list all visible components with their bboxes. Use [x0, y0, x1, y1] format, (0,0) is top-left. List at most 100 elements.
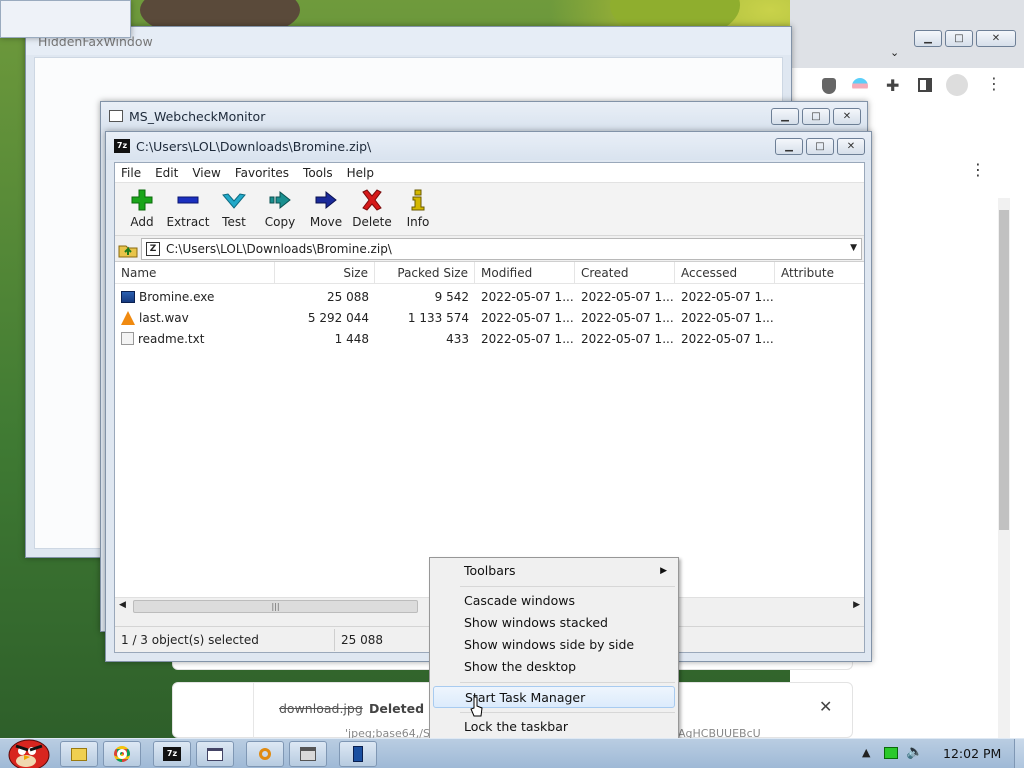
extensions-puzzle-icon[interactable]: ✚ — [886, 76, 899, 95]
small-window[interactable] — [0, 0, 131, 38]
remove-download-icon[interactable]: ✕ — [819, 697, 832, 716]
sevenzip-window-buttons: ▁ □ ✕ — [775, 138, 865, 155]
copy-button[interactable]: Copy — [257, 183, 303, 235]
network-icon[interactable] — [884, 747, 898, 759]
sevenzip-minimize-button[interactable]: ▁ — [775, 138, 803, 155]
show-hidden-icons-icon[interactable]: ▲ — [862, 746, 870, 759]
check-icon — [222, 193, 246, 209]
column-size[interactable]: Size — [275, 262, 375, 284]
menu-separator — [460, 682, 675, 683]
taskbar-chrome-button[interactable] — [103, 741, 141, 767]
profile-avatar-icon[interactable] — [946, 74, 968, 96]
copy-label: Copy — [264, 215, 296, 229]
column-created[interactable]: Created — [575, 262, 675, 284]
delete-x-icon — [362, 189, 382, 211]
file-name-cell: Bromine.exe — [115, 290, 275, 304]
menu-favorites[interactable]: Favorites — [235, 166, 289, 180]
path-dropdown-icon[interactable]: ▼ — [850, 243, 857, 253]
side-panel-icon[interactable] — [918, 78, 932, 92]
sevenzip-close-button[interactable]: ✕ — [837, 138, 865, 155]
webcheck-title-bar[interactable]: MS_WebcheckMonitor — [101, 102, 867, 130]
menu-item-lock-taskbar[interactable]: Lock the taskbar — [433, 716, 675, 738]
chrome-minimize-button[interactable]: ▁ — [914, 30, 942, 47]
extract-button[interactable]: Extract — [165, 183, 211, 235]
hidden-fax-title[interactable]: HiddenFaxWindow — [26, 27, 791, 55]
menu-edit[interactable]: Edit — [155, 166, 178, 180]
menu-bar: File Edit View Favorites Tools Help — [115, 163, 864, 183]
vlc-cone-icon — [121, 310, 135, 325]
chrome-menu-icon[interactable]: ⋮ — [986, 74, 1002, 93]
folder-up-icon — [118, 245, 138, 257]
webcheck-close-button[interactable]: ✕ — [833, 108, 861, 125]
scroll-left-icon[interactable]: ◀ — [119, 600, 126, 610]
menu-tools[interactable]: Tools — [303, 166, 333, 180]
webcheck-minimize-button[interactable]: ▁ — [771, 108, 799, 125]
file-row-readme[interactable]: readme.txt 1 448 433 2022-05-07 1... 202… — [115, 328, 864, 349]
column-packed-size[interactable]: Packed Size — [375, 262, 475, 284]
file-row-last-wav[interactable]: last.wav 5 292 044 1 133 574 2022-05-07 … — [115, 307, 864, 328]
menu-view[interactable]: View — [192, 166, 220, 180]
taskbar-search-button[interactable] — [246, 741, 284, 767]
chrome-tab-search-icon[interactable]: ⌄ — [890, 46, 899, 59]
menu-separator — [460, 712, 675, 713]
webcheck-maximize-button[interactable]: □ — [802, 108, 830, 125]
add-button[interactable]: Add — [119, 183, 165, 235]
path-field[interactable]: Z C:\Users\LOL\Downloads\Bromine.zip\ ▼ — [141, 237, 862, 260]
menu-file[interactable]: File — [121, 166, 141, 180]
sevenzip-maximize-button[interactable]: □ — [806, 138, 834, 155]
taskbar-app-button[interactable] — [289, 741, 327, 767]
column-accessed[interactable]: Accessed — [675, 262, 775, 284]
file-row-bromine[interactable]: Bromine.exe 25 088 9 542 2022-05-07 1...… — [115, 286, 864, 307]
menu-item-show-desktop[interactable]: Show the desktop — [433, 656, 675, 678]
move-button[interactable]: Move — [303, 183, 349, 235]
sevenzip-title: C:\Users\LOL\Downloads\Bromine.zip\ — [136, 138, 372, 154]
path-text: C:\Users\LOL\Downloads\Bromine.zip\ — [166, 241, 392, 256]
file-created: 2022-05-07 1... — [581, 310, 674, 325]
file-packed-size: 433 — [446, 331, 469, 346]
test-button[interactable]: Test — [211, 183, 257, 235]
webcheck-window-buttons: ▁ □ ✕ — [771, 108, 861, 125]
column-name[interactable]: Name — [115, 262, 275, 284]
menu-item-toolbars[interactable]: Toolbars ▶ — [433, 560, 675, 582]
chrome-close-button[interactable]: ✕ — [976, 30, 1016, 47]
download-file-name[interactable]: download.jpg — [279, 701, 363, 716]
menu-item-show-windows-stacked[interactable]: Show windows stacked — [433, 612, 675, 634]
move-label: Move — [309, 215, 343, 229]
delete-button[interactable]: Delete — [349, 183, 395, 235]
sevenzip-title-bar[interactable]: 7z C:\Users\LOL\Downloads\Bromine.zip\ — [106, 132, 871, 160]
file-packed-size: 1 133 574 — [407, 310, 469, 325]
sevenzip-app-icon: 7z — [114, 139, 130, 153]
start-button[interactable] — [2, 731, 54, 768]
copy-arrow-icon — [269, 190, 291, 210]
minus-icon — [177, 196, 199, 204]
toolbars-label: Toolbars — [464, 563, 516, 578]
info-button[interactable]: Info — [395, 183, 441, 235]
taskbar-window-button[interactable] — [196, 741, 234, 767]
horizontal-scrollbar-thumb[interactable]: ||| — [133, 600, 418, 613]
menu-item-show-windows-side-by-side[interactable]: Show windows side by side — [433, 634, 675, 656]
column-modified[interactable]: Modified — [475, 262, 575, 284]
taskbar-book-button[interactable] — [339, 741, 377, 767]
scroll-right-icon[interactable]: ▶ — [853, 600, 860, 610]
volume-icon[interactable]: 🔈 — [906, 744, 923, 760]
mouse-cursor-icon — [470, 696, 483, 717]
chrome-maximize-button[interactable]: □ — [945, 30, 973, 47]
file-created: 2022-05-07 1... — [581, 331, 674, 346]
clock[interactable]: 12:02 PM — [943, 746, 1001, 761]
menu-item-cascade-windows[interactable]: Cascade windows — [433, 590, 675, 612]
page-scrollbar-thumb[interactable] — [999, 210, 1009, 530]
parent-folder-button[interactable] — [115, 237, 141, 261]
page-scrollbar[interactable] — [998, 198, 1010, 738]
file-size: 5 292 044 — [307, 310, 369, 325]
window-icon — [207, 747, 223, 761]
file-modified: 2022-05-07 1... — [481, 310, 574, 325]
taskbar-explorer-button[interactable] — [60, 741, 98, 767]
ublock-extension-icon[interactable] — [822, 78, 836, 94]
menu-help[interactable]: Help — [347, 166, 374, 180]
extract-label: Extract — [166, 215, 210, 229]
pride-extension-icon[interactable] — [852, 78, 868, 94]
show-desktop-button[interactable] — [1014, 739, 1024, 768]
downloads-page-menu-icon[interactable]: ⋮ — [970, 160, 986, 179]
column-attributes[interactable]: Attribute — [775, 262, 864, 284]
taskbar-7zip-button[interactable]: 7z — [153, 741, 191, 767]
